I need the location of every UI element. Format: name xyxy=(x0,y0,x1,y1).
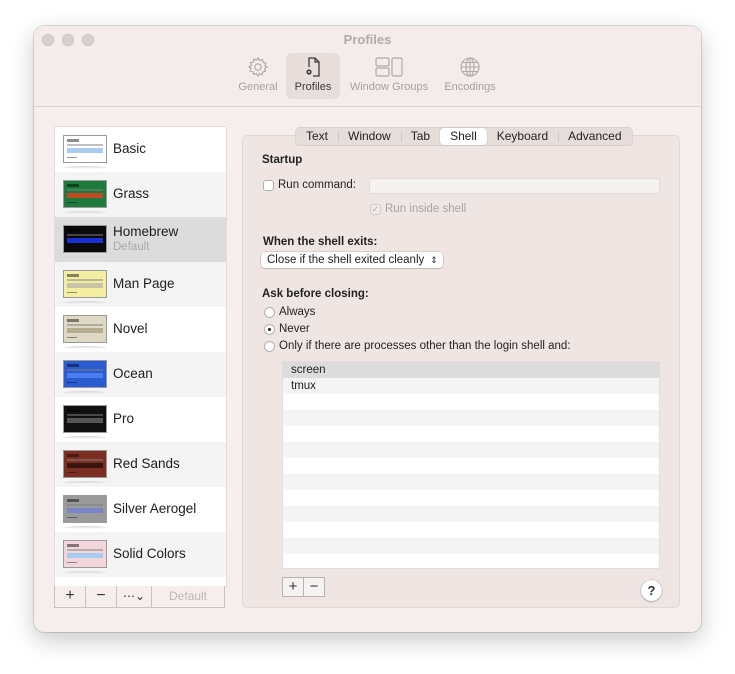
shell-exit-action-value: Close if the shell exited cleanly xyxy=(267,254,425,266)
window-groups-icon xyxy=(346,55,432,79)
tab-tab[interactable]: Tab xyxy=(400,128,440,145)
process-row[interactable]: tmux xyxy=(283,378,659,394)
profile-thumbnail xyxy=(63,405,107,439)
tab-advanced[interactable]: Advanced xyxy=(558,128,631,145)
shell-exit-action-select[interactable]: Close if the shell exited cleanly ⇕ xyxy=(261,252,443,268)
run-command-input[interactable] xyxy=(369,178,660,194)
run-inside-shell-checkbox[interactable]: ✓ xyxy=(370,204,381,215)
window-title: Profiles xyxy=(343,32,392,47)
profile-item[interactable]: Ocean xyxy=(55,352,226,397)
profile-name: Grass xyxy=(113,186,150,201)
ask-always-label: Always xyxy=(279,306,316,318)
empty-row xyxy=(283,474,659,490)
ask-never-radio[interactable] xyxy=(264,324,275,335)
profile-thumbnail xyxy=(63,315,107,349)
profile-item[interactable]: Basic xyxy=(55,127,226,172)
profile-name: Silver Aerogel xyxy=(113,501,197,516)
set-default-button[interactable]: Default xyxy=(152,586,224,607)
ask-before-closing-heading: Ask before closing: xyxy=(262,288,369,300)
add-profile-button[interactable]: + xyxy=(55,586,86,608)
profile-name: Ocean xyxy=(113,366,153,381)
profile-name: Red Sands xyxy=(113,456,180,471)
empty-row xyxy=(283,490,659,506)
toolbar-profiles-label: Profiles xyxy=(294,81,332,93)
ask-processes-radio[interactable] xyxy=(264,341,275,352)
profile-name: Homebrew xyxy=(113,224,179,239)
profile-name: Solid Colors xyxy=(113,546,186,561)
profile-item[interactable]: Grass xyxy=(55,172,226,217)
profile-thumbnail xyxy=(63,270,107,304)
gear-icon xyxy=(234,55,282,79)
empty-row xyxy=(283,442,659,458)
remove-profile-button[interactable]: − xyxy=(86,586,117,608)
more-actions-menu-button[interactable]: ⋯⌄ xyxy=(117,586,152,608)
empty-row xyxy=(283,458,659,474)
profiles-list: Basic Grass Homebrew Default Man Page Novel Oc… xyxy=(54,126,227,588)
ask-never-label: Never xyxy=(279,323,310,335)
profile-thumbnail xyxy=(63,495,107,529)
empty-row xyxy=(283,506,659,522)
profile-name: Man Page xyxy=(113,276,175,291)
profile-item[interactable]: Solid Colors xyxy=(55,532,226,577)
profile-item[interactable]: Silver Aerogel xyxy=(55,487,226,532)
profile-thumbnail xyxy=(63,450,107,484)
profile-default-badge: Default xyxy=(113,241,150,253)
profile-item[interactable]: Pro xyxy=(55,397,226,442)
profile-name: Pro xyxy=(113,411,135,426)
profile-name: Novel xyxy=(113,321,148,336)
run-command-label: Run command: xyxy=(278,179,356,191)
run-command-checkbox[interactable] xyxy=(263,180,274,191)
tab-shell[interactable]: Shell xyxy=(440,128,487,145)
toolbar-encodings[interactable]: Encodings xyxy=(440,53,500,99)
tab-keyboard[interactable]: Keyboard xyxy=(487,128,558,145)
profile-thumbnail xyxy=(63,360,107,394)
profile-thumbnail xyxy=(63,180,107,214)
profile-item[interactable]: Homebrew Default xyxy=(55,217,226,262)
profile-thumbnail xyxy=(63,225,107,259)
process-row[interactable]: screen xyxy=(283,362,659,378)
toolbar-general[interactable]: General xyxy=(234,53,282,99)
process-list-table[interactable]: screen tmux xyxy=(282,361,660,569)
empty-row xyxy=(283,554,659,568)
shell-exits-heading: When the shell exits: xyxy=(263,236,378,248)
process-list-toolbar: + − xyxy=(282,577,325,597)
toolbar-window-groups[interactable]: Window Groups xyxy=(346,53,432,99)
remove-process-button[interactable]: − xyxy=(303,578,324,596)
toolbar-encodings-label: Encodings xyxy=(444,81,496,93)
preferences-window: Profiles General Profiles Window Groups … xyxy=(34,26,701,632)
empty-row xyxy=(283,426,659,442)
empty-row xyxy=(283,394,659,410)
profile-document-icon xyxy=(286,55,340,79)
profile-thumbnail xyxy=(63,135,107,169)
profile-name: Basic xyxy=(113,141,147,156)
help-button[interactable]: ? xyxy=(641,580,662,601)
toolbar-profiles[interactable]: Profiles xyxy=(286,53,340,99)
run-inside-shell-label: Run inside shell xyxy=(385,203,467,215)
empty-row xyxy=(283,538,659,554)
ask-always-radio[interactable] xyxy=(264,307,275,318)
empty-row xyxy=(283,410,659,426)
add-process-button[interactable]: + xyxy=(283,578,303,596)
toolbar-general-label: General xyxy=(238,81,278,93)
empty-row xyxy=(283,522,659,538)
profile-thumbnail xyxy=(63,540,107,574)
profiles-list-toolbar: + − ⋯⌄ Default xyxy=(54,586,225,608)
title-bar: Profiles General Profiles Window Groups … xyxy=(34,26,701,107)
tab-text[interactable]: Text xyxy=(296,128,338,145)
startup-heading: Startup xyxy=(262,154,303,166)
tab-window[interactable]: Window xyxy=(338,128,401,145)
ask-processes-label: Only if there are processes other than t… xyxy=(279,340,571,352)
chevron-up-down-icon: ⇕ xyxy=(430,255,438,265)
globe-icon xyxy=(440,55,500,79)
toolbar-window-groups-label: Window Groups xyxy=(349,81,429,93)
settings-tabs: Text Window Tab Shell Keyboard Advanced xyxy=(295,127,633,146)
profile-item[interactable]: Red Sands xyxy=(55,442,226,487)
profile-item[interactable]: Novel xyxy=(55,307,226,352)
profile-item[interactable]: Man Page xyxy=(55,262,226,307)
